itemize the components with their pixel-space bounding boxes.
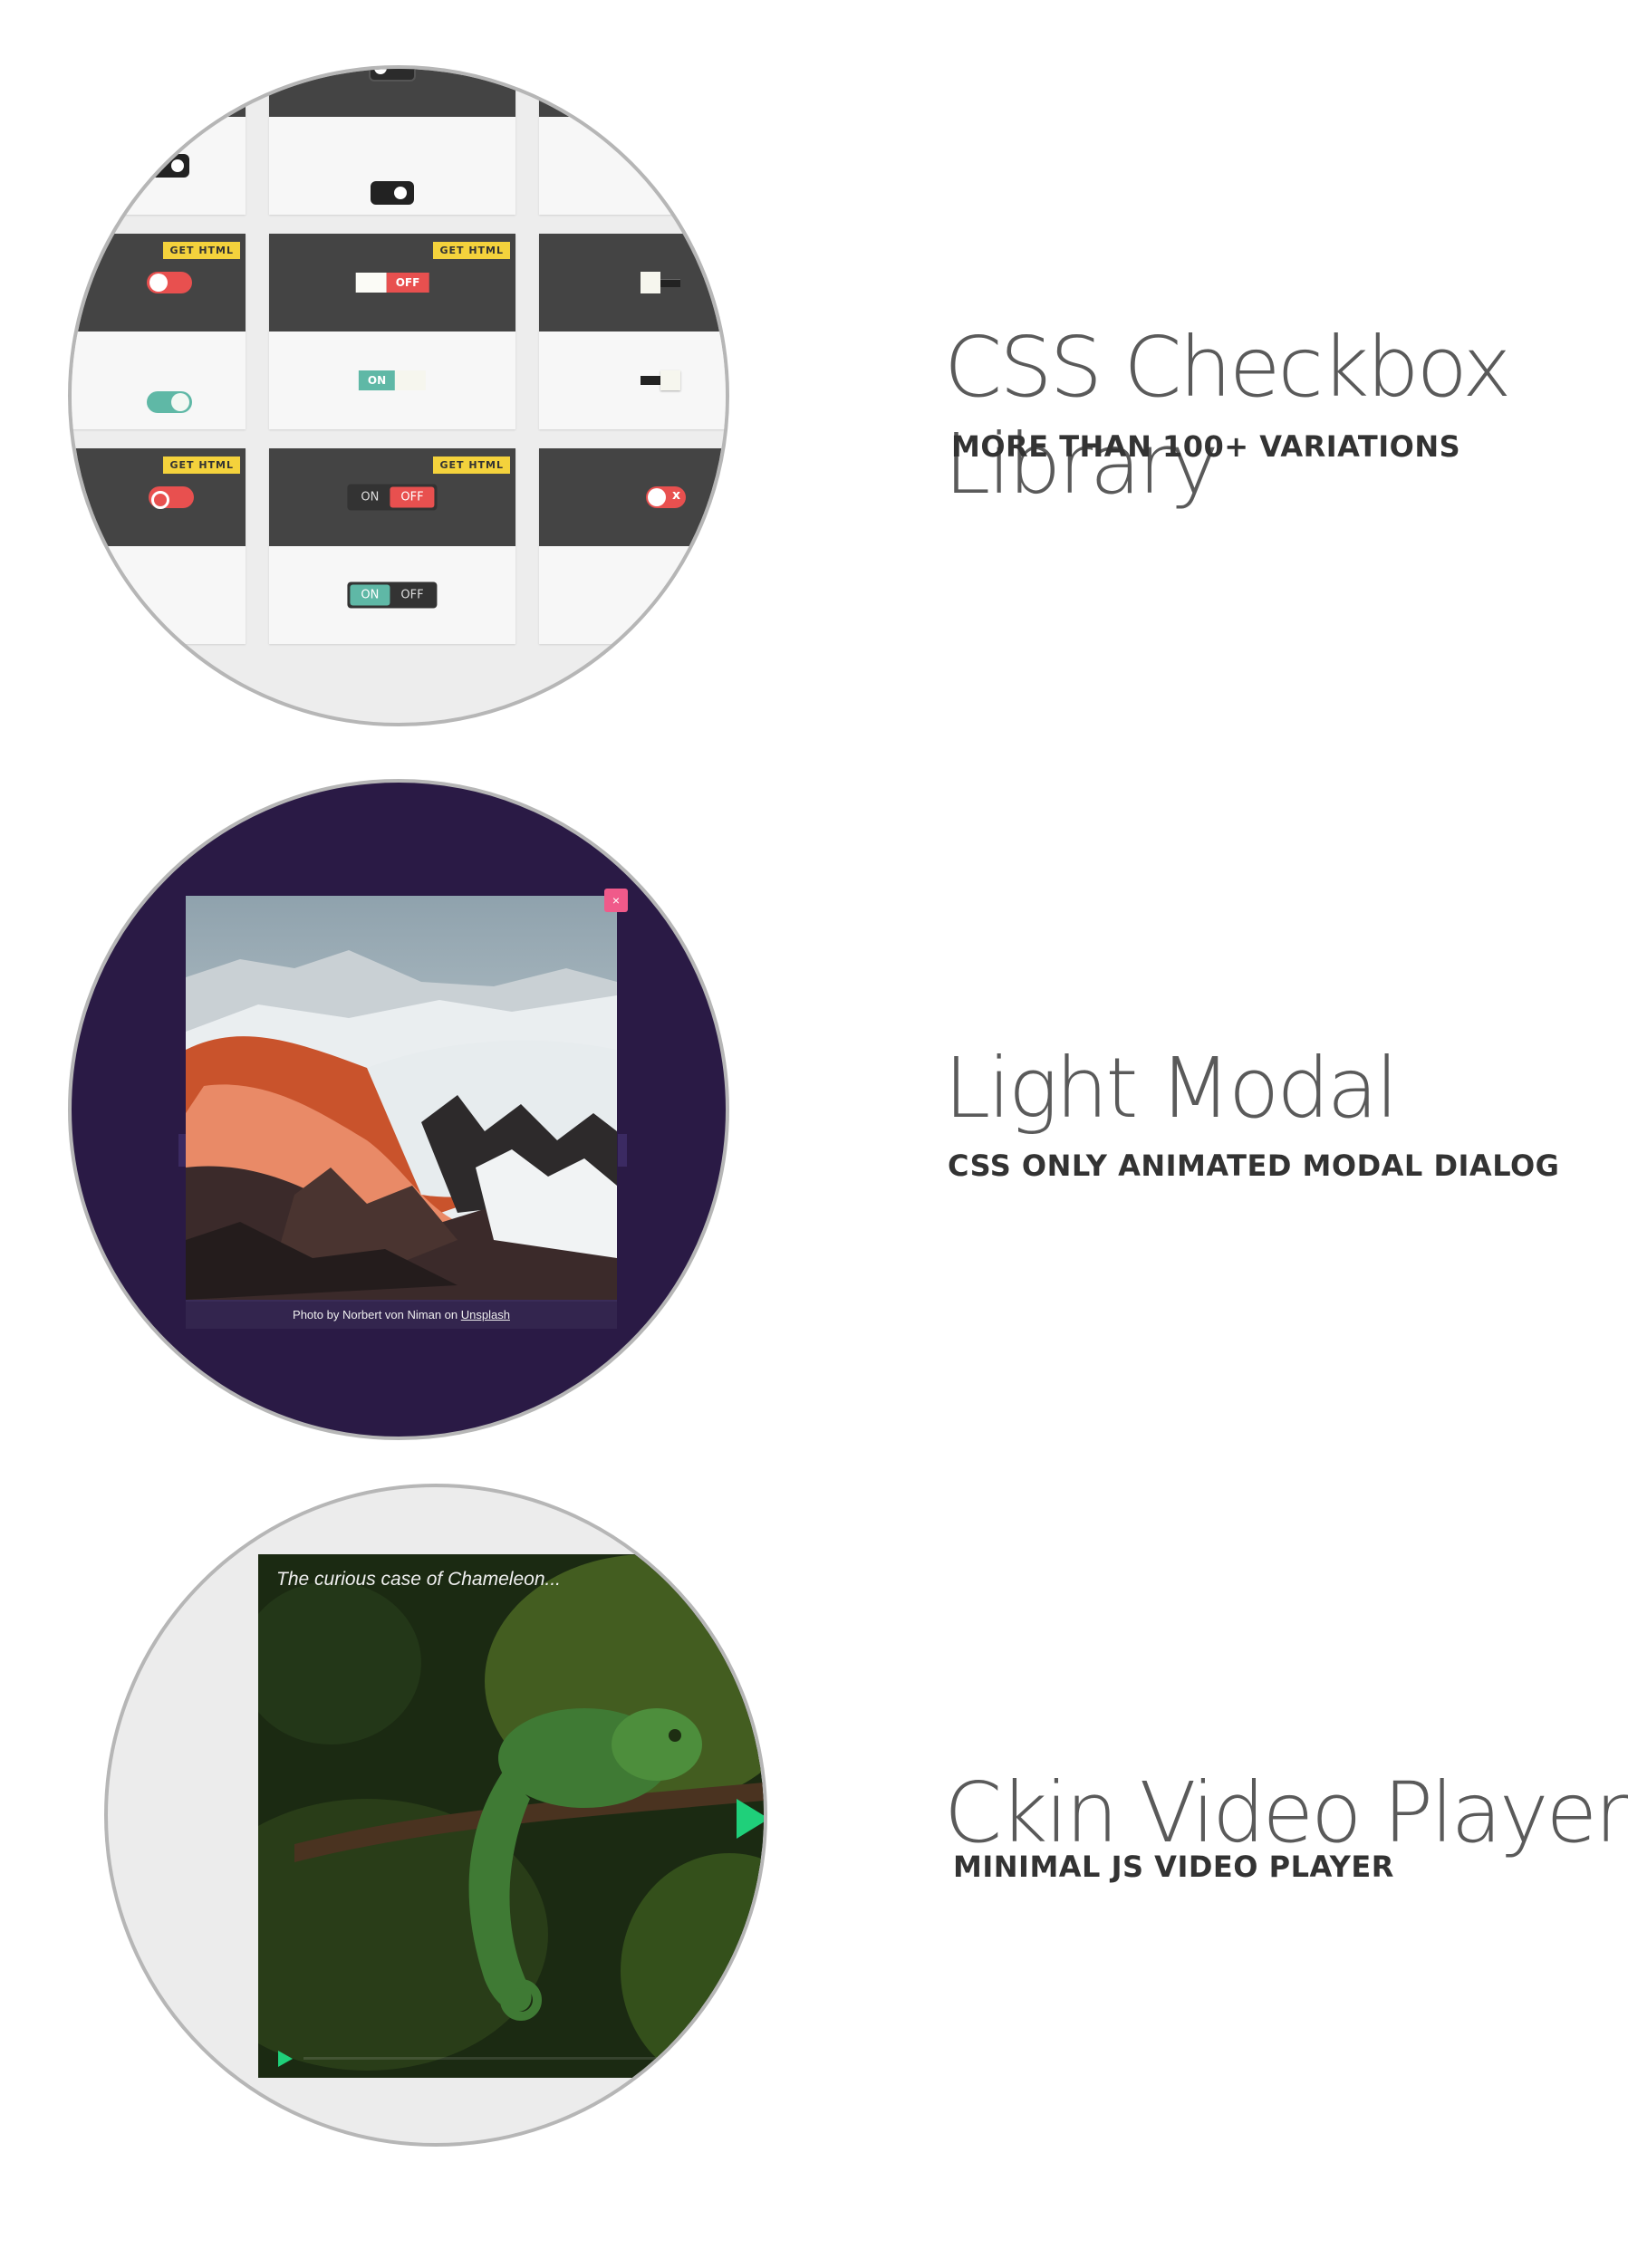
checkbox-card: GET HTML <box>72 448 246 644</box>
checkbox-card: GET HTML <box>269 69 515 215</box>
checkbox-card <box>539 234 726 429</box>
checkbox-toggle[interactable] <box>149 486 194 509</box>
caption-text: Photo by Norbert von Niman on <box>293 1308 458 1321</box>
next-arrow[interactable] <box>618 1134 627 1167</box>
checkbox-toggle[interactable] <box>371 181 414 205</box>
on-off-switch[interactable]: ON OFF <box>347 484 438 511</box>
on-off-toggle[interactable]: OFF <box>355 273 429 293</box>
checkbox-toggle[interactable] <box>146 154 189 178</box>
play-icon[interactable] <box>278 2051 293 2067</box>
checkbox-toggle[interactable] <box>643 161 670 170</box>
checkbox-toggle[interactable] <box>147 391 192 413</box>
progress-bar[interactable] <box>303 2057 702 2060</box>
off-label: OFF <box>400 588 424 602</box>
checkbox-library-preview: GET HTML GET HTML GET HTML OFF ON <box>68 65 729 726</box>
on-off-switch[interactable]: ON OFF <box>347 581 438 609</box>
checkbox-card: GET HTML ON OFF ON OFF <box>269 448 515 644</box>
product-title: CSS Checkbox Library <box>944 319 1512 513</box>
close-icon[interactable]: × <box>604 889 628 912</box>
checkbox-toggle[interactable] <box>369 69 416 82</box>
checkbox-card: GET HTML <box>72 234 246 429</box>
big-play-icon[interactable] <box>737 1799 764 1839</box>
get-html-button[interactable]: GET HTML <box>433 242 510 259</box>
product-title: Light Modal <box>944 1040 1399 1137</box>
video-player-preview: The curious case of Chameleon... <box>104 1484 767 2147</box>
on-label: ON <box>358 370 396 390</box>
video-title: The curious case of Chameleon... <box>276 1569 561 1590</box>
chameleon-video-frame <box>258 1554 764 2078</box>
off-label: OFF <box>390 486 435 508</box>
product-subtitle: MINIMAL JS VIDEO PLAYER <box>953 1850 1394 1884</box>
get-html-button[interactable]: GET HTML <box>163 456 240 474</box>
product-subtitle: CSS ONLY ANIMATED MODAL DIALOG <box>948 1148 1560 1183</box>
get-html-button[interactable]: GET HTML <box>163 242 240 259</box>
video-player[interactable]: The curious case of Chameleon... <box>258 1554 764 2078</box>
checkbox-toggle[interactable]: x <box>646 486 686 508</box>
checkbox-toggle[interactable] <box>147 272 192 293</box>
on-off-toggle[interactable]: ON <box>358 370 427 390</box>
on-label: ON <box>350 584 390 606</box>
off-label: OFF <box>386 273 429 293</box>
light-modal-preview: Photo by Norbert von Niman on Unsplash × <box>68 779 729 1440</box>
checkbox-card <box>539 69 726 215</box>
checkbox-toggle[interactable] <box>641 370 680 390</box>
unsplash-link[interactable]: Unsplash <box>461 1308 510 1321</box>
product-title: Ckin Video Player <box>944 1764 1628 1861</box>
close-icon: x <box>671 488 680 503</box>
product-subtitle: MORE THAN 100+ VARIATIONS <box>951 429 1461 464</box>
mountain-photo <box>186 896 617 1300</box>
photo-caption: Photo by Norbert von Niman on Unsplash <box>186 1302 617 1329</box>
get-html-button[interactable]: GET HTML <box>433 456 510 474</box>
on-label: ON <box>361 490 380 505</box>
checkbox-card: GET HTML OFF ON <box>269 234 515 429</box>
modal-dialog: Photo by Norbert von Niman on Unsplash <box>186 896 617 1329</box>
checkbox-card: x <box>539 448 726 644</box>
checkbox-toggle[interactable] <box>641 272 680 293</box>
checkbox-card <box>72 69 246 215</box>
